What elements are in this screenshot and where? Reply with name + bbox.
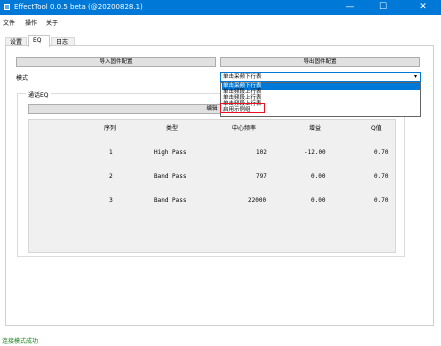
table-cell: 797 [256,173,267,180]
group-title: 通话EQ [26,90,51,99]
table-cell: 2 [109,173,113,180]
app-icon [4,4,10,10]
table-cell: Band Pass [154,197,187,204]
table-header: 增益 [309,125,322,132]
table-header: 类型 [166,125,179,132]
mode-selected-value: 单击采频下行表 [223,74,262,80]
table-cell: 22000 [248,197,267,204]
table-header: Q值 [371,125,382,132]
status-text: 连接模式成功 [2,338,39,345]
table-cell: 0.00 [311,173,326,180]
table-cell: 0.70 [374,197,389,204]
import-config-button[interactable]: 导入固件配置 [16,57,216,67]
table-header: 中心频率 [232,125,257,132]
table-cell: 102 [256,149,267,156]
chevron-down-icon[interactable]: ▾ [414,73,417,81]
table-cell: -12.00 [304,149,326,156]
maximize-button[interactable]: ☐ [370,0,396,15]
menu-file[interactable]: 文件 [3,18,15,27]
highlight-box [220,103,265,113]
mode-label: 模式 [16,75,29,82]
table-cell: High Pass [154,149,187,156]
table-cell: 0.70 [374,149,389,156]
table-header: 序列 [104,125,117,132]
menu-about[interactable]: 关于 [46,18,58,27]
menu-operate[interactable]: 操作 [25,18,37,27]
export-config-button[interactable]: 导出固件配置 [220,57,420,67]
title-bar: EffectTool 0.0.5 beta (@20200828.1) — ☐ … [0,0,441,15]
minimize-button[interactable]: — [337,0,363,15]
close-button[interactable]: ✕ [410,0,436,15]
table-cell: 0.70 [374,173,389,180]
table-cell: 3 [109,197,113,204]
tab-strip: 设置 EQ 日志 [0,28,441,47]
menu-bar: 文件 操作 关于 [0,15,441,28]
status-bar: 连接模式成功 [0,334,441,346]
window-title: EffectTool 0.0.5 beta (@20200828.1) [14,3,143,11]
mode-select[interactable]: 单击采频下行表 ▾ [220,72,421,82]
tab-eq[interactable]: EQ [28,35,50,47]
table-cell: 0.00 [311,197,326,204]
table-cell: Band Pass [154,173,187,180]
eq-panel: 导入固件配置 导出固件配置 模式 单击采频下行表 ▾ 单击采频下行表 单击频段上… [5,45,434,326]
eq-table: 序列 类型 中心频率 增益 Q值 1 High Pass 102 -12.00 … [28,119,396,253]
mode-dropdown-list: 单击采频下行表 单击频段上行表 单击频段上行表 单击频段上行表 启用示例组 [220,82,421,117]
call-eq-group: 通话EQ 编辑 序列 类型 中心频率 增益 Q值 1 High Pass 102… [17,90,405,257]
table-cell: 1 [109,149,113,156]
